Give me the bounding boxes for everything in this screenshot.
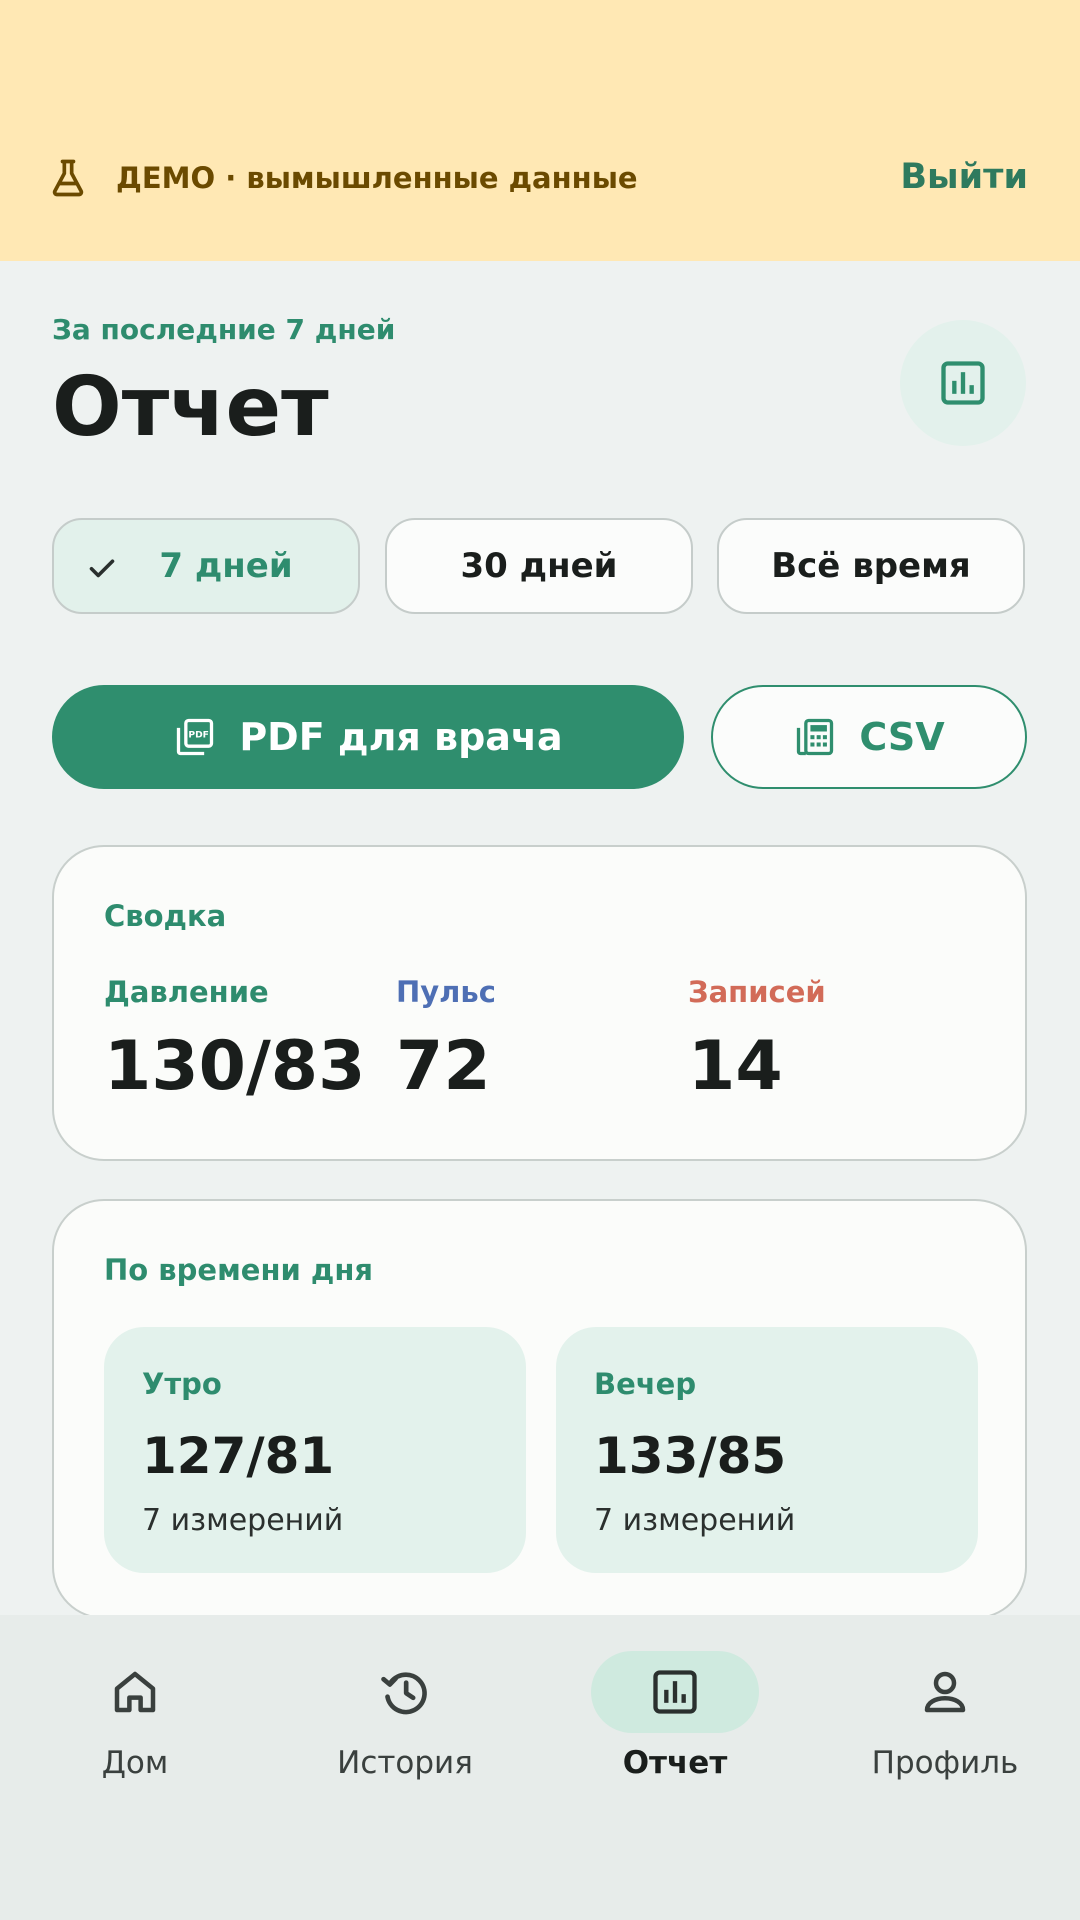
history-icon (381, 1672, 427, 1715)
nav-item-profile[interactable]: Профиль (810, 1615, 1080, 1815)
export-pdf-button[interactable]: PDF PDF для врача (52, 685, 684, 789)
period-chip-label: Всё время (771, 546, 971, 586)
evening-value: 133/85 (594, 1427, 787, 1485)
period-chip-all-time[interactable]: Всё время (717, 518, 1025, 614)
export-pdf-label: PDF для врача (239, 715, 563, 759)
evening-label: Вечер (594, 1367, 697, 1401)
stat-value-pulse: 72 (396, 1027, 491, 1106)
stat-label-pressure: Давление (104, 975, 269, 1009)
nav-item-home[interactable]: Дом (0, 1615, 270, 1815)
logout-button[interactable]: Выйти (900, 152, 1028, 202)
bar-chart-icon (941, 361, 985, 405)
morning-count: 7 измерений (142, 1503, 344, 1538)
nav-label: История (337, 1745, 473, 1781)
period-chip-30-days[interactable]: 30 дней (385, 518, 693, 614)
person-icon (924, 1671, 966, 1713)
evening-tile: Вечер 133/85 7 измерений (556, 1327, 978, 1573)
nav-item-history[interactable]: История (270, 1615, 540, 1815)
period-chip-label: 7 дней (159, 546, 293, 586)
time-of-day-title: По времени дня (104, 1253, 373, 1287)
stat-label-pulse: Пульс (396, 975, 496, 1009)
nav-label: Профиль (871, 1745, 1019, 1781)
page-title: Отчет (52, 360, 329, 455)
nav-pill-active (591, 1651, 759, 1733)
nav-item-report[interactable]: Отчет (540, 1615, 810, 1815)
stat-value-pressure: 130/83 (104, 1027, 366, 1106)
export-csv-button[interactable]: CSV (711, 685, 1027, 789)
time-of-day-card: По времени дня Утро 127/81 7 измерений В… (52, 1199, 1027, 1619)
stat-label-records: Записей (688, 975, 826, 1009)
check-icon (89, 559, 115, 578)
home-icon (114, 1671, 156, 1713)
period-chip-label: 30 дней (460, 546, 618, 586)
pdf-icon: PDF (177, 718, 214, 756)
stat-value-records: 14 (688, 1027, 783, 1106)
export-csv-label: CSV (859, 715, 945, 759)
nav-label: Дом (101, 1745, 169, 1781)
nav-pill (861, 1651, 1029, 1733)
morning-label: Утро (142, 1367, 222, 1401)
bottom-nav: Дом История Отчет Профиль (0, 1615, 1080, 1920)
evening-count: 7 измерений (594, 1503, 796, 1538)
summary-card: Сводка Давление 130/83 Пульс 72 Записей … (52, 845, 1027, 1161)
period-chip-7-days[interactable]: 7 дней (52, 518, 360, 614)
nav-label: Отчет (622, 1745, 728, 1781)
nav-pill (321, 1651, 489, 1733)
summary-title: Сводка (104, 899, 227, 933)
nav-pill (51, 1651, 219, 1733)
morning-tile: Утро 127/81 7 измерений (104, 1327, 526, 1573)
svg-text:PDF: PDF (189, 730, 210, 741)
period-subtitle: За последние 7 дней (52, 313, 396, 346)
demo-label: ДЕМО · вымышленные данные (116, 161, 638, 195)
calculator-icon (797, 718, 834, 756)
morning-value: 127/81 (142, 1427, 335, 1485)
bar-chart-icon (653, 1670, 697, 1714)
report-badge (900, 320, 1026, 446)
flask-icon (52, 159, 84, 197)
demo-banner: ДЕМО · вымышленные данные Выйти (0, 0, 1080, 261)
